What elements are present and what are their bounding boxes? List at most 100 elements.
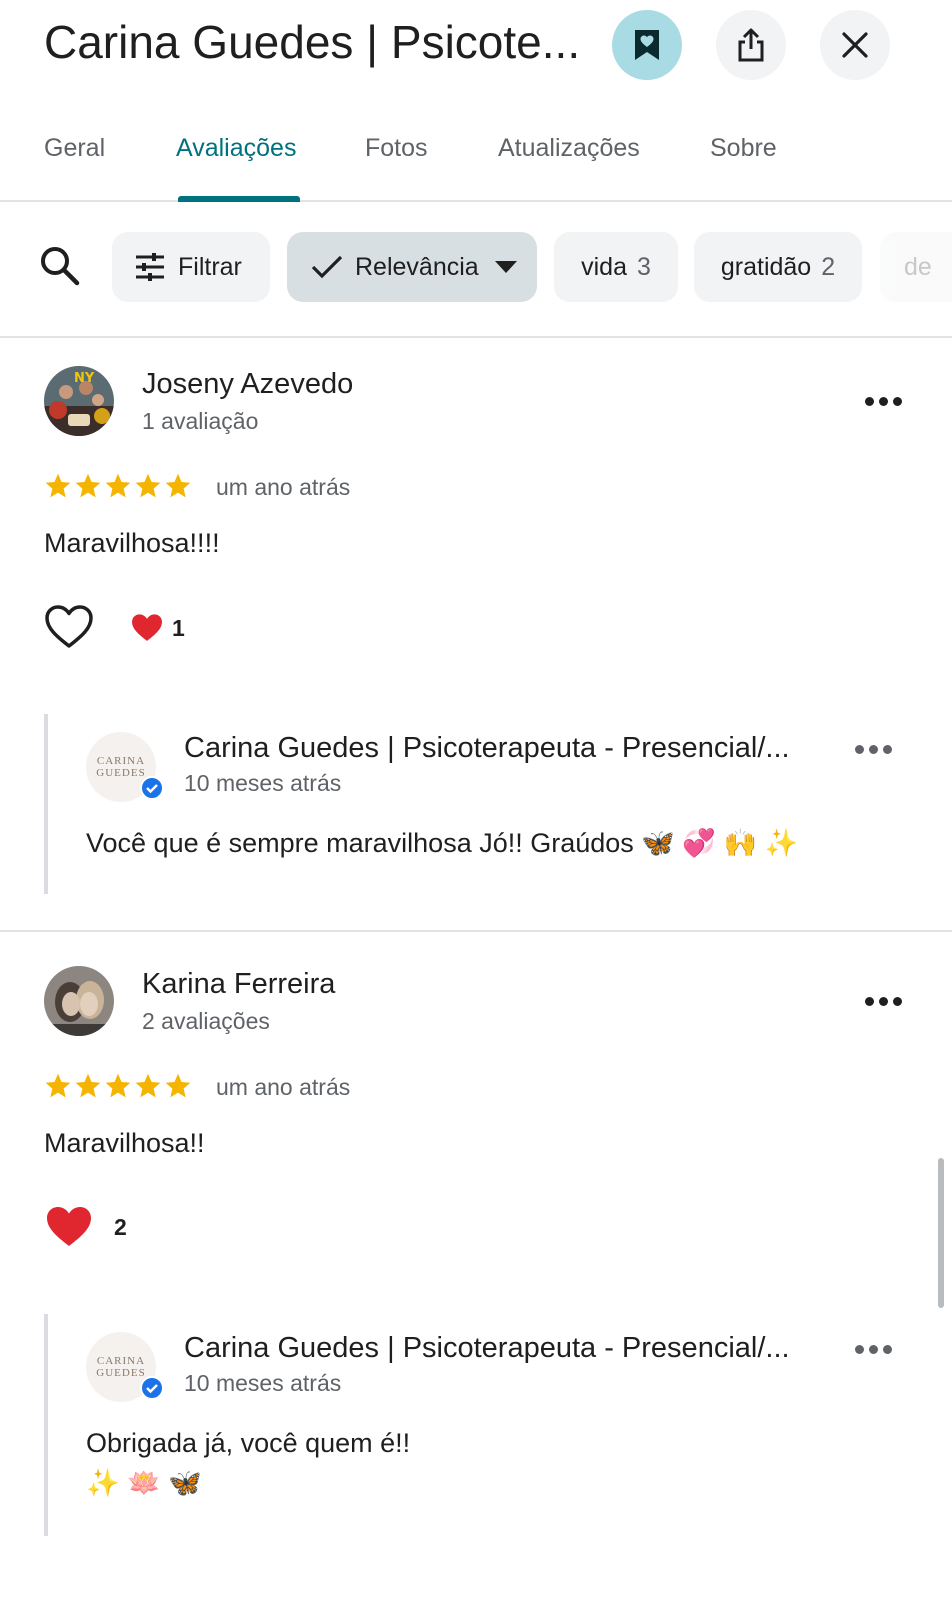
chip-label: vida [581, 252, 627, 281]
star-icon [165, 473, 191, 498]
more-dot [868, 744, 878, 754]
chip-label: de [904, 252, 932, 281]
sort-dropdown[interactable]: Relevância [287, 232, 537, 302]
owner-avatar[interactable]: CARINA GUEDES [86, 732, 164, 802]
more-dot [892, 396, 902, 406]
bookmark-heart-icon [635, 30, 659, 60]
tab-avaliacoes[interactable]: Avaliações [176, 134, 296, 163]
tab-bar: Geral Avaliações Fotos Atualizações Sobr… [0, 110, 952, 202]
owner-name[interactable]: Carina Guedes | Psicoterapeuta - Presenc… [184, 732, 824, 765]
reaction-count: 1 [172, 614, 185, 641]
review-text: Maravilhosa!!!! [44, 528, 220, 558]
reply-text: Você que é sempre maravilhosa Jó!! Graúd… [86, 828, 799, 858]
more-dot [868, 1344, 878, 1354]
star-rating [44, 472, 192, 500]
avatar[interactable] [44, 966, 114, 1036]
review-card: NY Joseny Azevedo 1 avaliação um ano atr… [0, 338, 952, 932]
place-title: Carina Guedes | Psicote... [44, 16, 581, 68]
save-button[interactable] [612, 10, 682, 80]
star-icon [135, 1073, 161, 1098]
star-icon [105, 1073, 131, 1098]
tab-geral[interactable]: Geral [44, 134, 105, 163]
verified-badge-icon [140, 1376, 164, 1400]
like-button[interactable]: 2 [44, 1204, 127, 1250]
heart-outline-icon [45, 605, 93, 648]
reply-options-button[interactable] [848, 1334, 898, 1364]
reply-date: 10 meses atrás [184, 1370, 342, 1396]
profile-photo: NY [44, 366, 114, 436]
review-filters: Filtrar Relevância vida 3 gratidão 2 de [0, 202, 952, 338]
tune-icon [136, 253, 164, 281]
reviewer-name[interactable]: Joseny Azevedo [142, 368, 353, 401]
star-icon [45, 473, 71, 498]
more-dot [878, 996, 888, 1006]
close-button[interactable] [820, 10, 890, 80]
owner-name[interactable]: Carina Guedes | Psicoterapeuta - Presenc… [184, 1332, 824, 1365]
tab-fotos[interactable]: Fotos [365, 134, 428, 163]
more-dot [854, 1344, 864, 1354]
reviewer-review-count: 1 avaliação [142, 408, 259, 434]
profile-photo [44, 966, 114, 1036]
more-dot [864, 396, 874, 406]
chip-label: gratidão [720, 252, 812, 281]
search-icon [41, 247, 80, 286]
review-options-button[interactable] [858, 986, 908, 1016]
owner-reply: CARINA GUEDES Carina Guedes | Psicoterap… [44, 714, 924, 894]
topic-chip-partial[interactable]: de [880, 232, 952, 302]
more-dot [882, 744, 892, 754]
star-icon [135, 473, 161, 498]
like-button[interactable] [44, 604, 94, 650]
verified-badge-icon [140, 776, 164, 800]
star-icon [105, 473, 131, 498]
share-icon [738, 28, 764, 62]
more-dot [878, 396, 888, 406]
star-icon [75, 1073, 101, 1098]
scrollbar[interactable] [938, 1158, 944, 1308]
reply-text-line: Obrigada já, você quem é!! [86, 1428, 411, 1458]
reaction-count: 2 [114, 1213, 127, 1240]
filter-button[interactable]: Filtrar [112, 232, 270, 302]
filter-label: Filtrar [178, 252, 242, 281]
logo-text: GUEDES [96, 1367, 146, 1379]
tab-atualizacoes[interactable]: Atualizações [498, 134, 640, 163]
reply-text-line: ✨ 🪷 🦋 [86, 1468, 202, 1498]
chip-count: 2 [821, 252, 836, 281]
topic-chip-gratidao[interactable]: gratidão 2 [694, 232, 862, 302]
review-text: Maravilhosa!! [44, 1128, 205, 1158]
more-dot [864, 996, 874, 1006]
avatar[interactable]: NY [44, 366, 114, 436]
svg-text:NY: NY [74, 371, 95, 386]
logo-text: CARINA [96, 755, 146, 767]
review-date: um ano atrás [216, 474, 351, 500]
reviewer-name[interactable]: Karina Ferreira [142, 968, 335, 1001]
dropdown-arrow-icon [494, 261, 517, 273]
more-dot [892, 996, 902, 1006]
star-icon [165, 1073, 191, 1098]
review-date: um ano atrás [216, 1074, 351, 1100]
review-options-button[interactable] [858, 386, 908, 416]
topic-chip-vida[interactable]: vida 3 [554, 232, 678, 302]
more-dot [854, 744, 864, 754]
more-dot [882, 1344, 892, 1354]
star-rating [44, 1072, 192, 1100]
red-heart-icon [47, 1207, 91, 1246]
reply-options-button[interactable] [848, 734, 898, 764]
share-button[interactable] [716, 10, 786, 80]
star-icon [75, 473, 101, 498]
reply-date: 10 meses atrás [184, 770, 342, 796]
search-reviews-button[interactable] [38, 244, 82, 293]
check-icon [311, 255, 343, 279]
logo-text: CARINA [96, 1355, 146, 1367]
owner-reply: CARINA GUEDES Carina Guedes | Psicoterap… [44, 1314, 924, 1536]
reviewer-review-count: 2 avaliações [142, 1008, 270, 1034]
review-card: Karina Ferreira 2 avaliações um ano atrá… [0, 932, 952, 1600]
top-bar: Carina Guedes | Psicote... [0, 0, 952, 100]
chip-count: 3 [636, 252, 651, 281]
logo-text: GUEDES [96, 767, 146, 779]
owner-avatar[interactable]: CARINA GUEDES [86, 1332, 164, 1402]
close-icon [842, 32, 868, 58]
star-icon [45, 1073, 71, 1098]
sort-label: Relevância [355, 252, 479, 281]
tab-sobre[interactable]: Sobre [710, 134, 777, 163]
reaction-summary: 1 [130, 612, 185, 644]
